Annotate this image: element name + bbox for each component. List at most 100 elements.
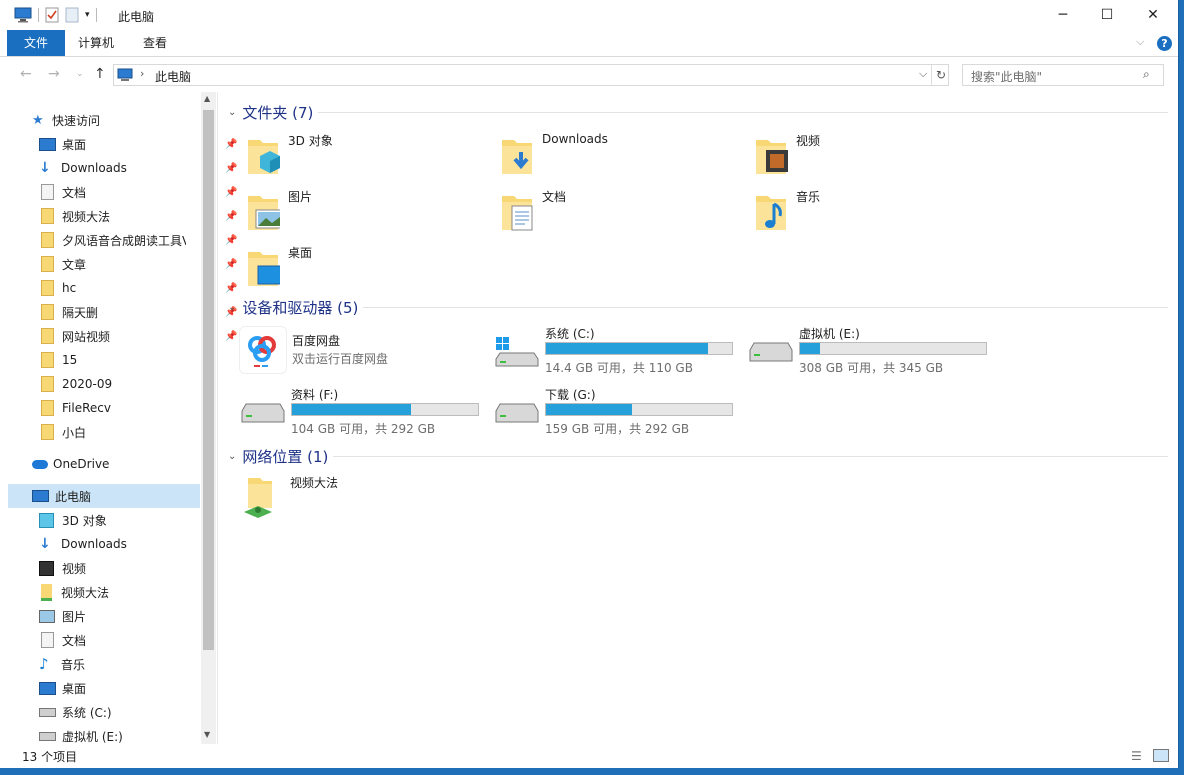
group-header-devices[interactable]: ⌄ 设备和驱动器 (5) (228, 297, 358, 317)
folder-icon (41, 208, 54, 224)
music-folder-icon (756, 196, 786, 230)
cube-icon (39, 512, 54, 528)
computer-icon (117, 68, 133, 81)
drive-tile-f[interactable]: 资料 (F:) 104 GB 可用，共 292 GB (240, 386, 480, 438)
nav-label: Downloads (61, 537, 127, 551)
search-icon[interactable]: ⌕ (1143, 67, 1150, 82)
videos-folder-icon (756, 140, 788, 174)
up-button[interactable]: ↑ (94, 66, 106, 82)
folder-tile-downloads[interactable]: Downloads (496, 130, 736, 182)
cloud-icon (32, 459, 48, 469)
scroll-up-icon[interactable]: ▲ (204, 94, 210, 103)
tab-file[interactable]: 文件 (7, 30, 65, 56)
separator (38, 8, 39, 22)
nav-label: 视频 (62, 561, 87, 576)
drive-name: 系统 (C:) (545, 327, 595, 341)
nav-label: 文档 (62, 633, 87, 648)
quick-access-toolbar: ▾ (14, 7, 97, 23)
forward-button[interactable]: → (48, 66, 60, 82)
folder-name: Downloads (542, 132, 608, 146)
star-icon: ★ (32, 112, 44, 128)
separator (95, 8, 97, 22)
document-icon (41, 184, 54, 200)
scroll-thumb[interactable] (203, 110, 214, 650)
nav-scrollbar[interactable]: ▲ ▼ (201, 92, 216, 744)
network-location-tile[interactable]: 视频大法 (238, 472, 478, 524)
details-view-icon[interactable]: ☰ (1131, 749, 1142, 763)
folder-tile-videos[interactable]: 视频 (750, 130, 990, 182)
nav-label: 隔天删 (62, 305, 99, 320)
nav-label: 虚拟机 (E:) (62, 729, 123, 744)
folder-tile-desktop[interactable]: 桌面 (242, 242, 482, 294)
address-dropdown-icon[interactable]: ⌵ (919, 67, 927, 81)
folder-icon (41, 424, 54, 440)
drive-free-space: 14.4 GB 可用，共 110 GB (545, 361, 693, 375)
folder-tile-documents[interactable]: 文档 (496, 186, 736, 238)
tab-view[interactable]: 查看 (132, 30, 178, 56)
status-bar: 13 个项目 ☰ (0, 744, 1178, 768)
group-title: 设备和驱动器 (5) (242, 298, 359, 317)
drive-icon (39, 731, 56, 741)
drive-free-space: 308 GB 可用，共 345 GB (799, 361, 944, 375)
group-title: 文件夹 (7) (242, 103, 314, 122)
group-header-network[interactable]: ⌄ 网络位置 (1) (228, 446, 328, 466)
drive-tile-c[interactable]: 系统 (C:) 14.4 GB 可用，共 110 GB (494, 325, 734, 377)
refresh-button[interactable]: ↻ (931, 65, 950, 85)
tab-computer[interactable]: 计算机 (70, 30, 122, 56)
chevron-down-icon: ⌄ (228, 450, 237, 462)
computer-icon (32, 490, 49, 502)
drive-tile-g[interactable]: 下载 (G:) 159 GB 可用，共 292 GB (494, 386, 734, 438)
folder-tile-music[interactable]: 音乐 (750, 186, 990, 238)
address-bar[interactable]: › 此电脑 ⌵ ↻ (113, 64, 949, 86)
chevron-down-icon: ⌄ (228, 301, 237, 313)
breadcrumb[interactable]: 此电脑 (155, 68, 191, 85)
group-header-folders[interactable]: ⌄ 文件夹 (7) (228, 102, 313, 122)
nav-label: 此电脑 (55, 489, 92, 504)
folder-name: 桌面 (288, 246, 313, 260)
folder-name: 图片 (288, 190, 313, 204)
drive-usage-fill (546, 343, 708, 354)
nav-this-pc[interactable]: 此电脑 (8, 484, 200, 508)
folder-tile-pictures[interactable]: 图片 (242, 186, 482, 238)
desktop-icon (39, 137, 56, 151)
computer-icon[interactable] (14, 7, 32, 23)
scroll-down-icon[interactable]: ▼ (204, 730, 210, 739)
nav-label: 文档 (62, 185, 87, 200)
address-row: ← → ⌄ ↑ › 此电脑 ⌵ ↻ 搜索"此电脑" ⌕ (0, 57, 1178, 91)
minimize-button[interactable]: ─ (1040, 0, 1086, 30)
close-button[interactable]: ✕ (1130, 0, 1176, 30)
folder-icon (41, 256, 54, 272)
maximize-button[interactable]: ☐ (1084, 0, 1130, 30)
nav-label: 桌面 (62, 137, 87, 152)
expand-ribbon-icon[interactable]: ⌵ (1136, 35, 1144, 49)
folder-icon (41, 304, 54, 320)
back-button[interactable]: ← (20, 66, 32, 82)
film-icon (39, 560, 54, 576)
large-icons-view-icon[interactable] (1153, 749, 1169, 762)
drive-usage-bar (291, 403, 479, 416)
3d-objects-folder-icon (248, 140, 280, 174)
pictures-folder-icon (248, 196, 280, 230)
folder-tile-3d[interactable]: 3D 对象 (242, 130, 482, 182)
search-placeholder: 搜索"此电脑" (971, 70, 1043, 84)
nav-label: 文章 (62, 257, 87, 272)
drive-usage-fill (800, 343, 821, 354)
breadcrumb-separator[interactable]: › (140, 67, 144, 80)
customize-toolbar-icon[interactable]: ▾ (85, 10, 90, 20)
drive-tile-e[interactable]: 虚拟机 (E:) 308 GB 可用，共 345 GB (748, 325, 988, 377)
properties-icon[interactable] (45, 7, 59, 23)
network-location-name: 视频大法 (290, 476, 339, 490)
drive-free-space: 159 GB 可用，共 292 GB (545, 422, 690, 436)
nav-label: 2020-09 (62, 377, 113, 391)
music-icon: ♪ (39, 655, 49, 673)
desktop-icon (39, 681, 56, 695)
drive-name: 资料 (F:) (291, 388, 339, 402)
nav-label: 桌面 (62, 681, 87, 696)
help-icon[interactable]: ? (1157, 36, 1172, 51)
search-input[interactable]: 搜索"此电脑" ⌕ (962, 64, 1164, 86)
baidu-netdisk-tile[interactable]: 百度网盘 双击运行百度网盘 (239, 326, 482, 380)
folder-name: 视频 (796, 134, 821, 148)
downloads-folder-icon (502, 140, 532, 174)
recent-locations-icon[interactable]: ⌄ (76, 69, 84, 79)
new-folder-icon[interactable] (65, 7, 79, 23)
